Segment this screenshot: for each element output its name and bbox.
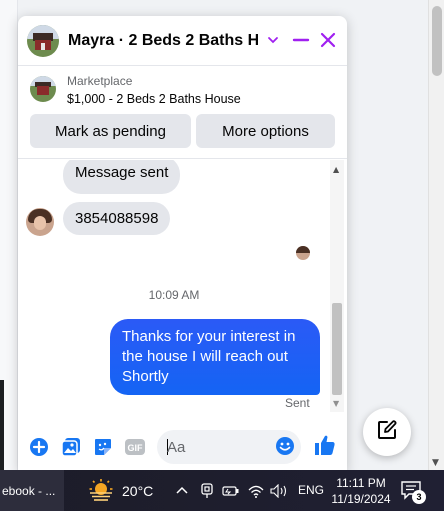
chat-title[interactable]: Mayra · 2 Beds 2 Baths Ho··· xyxy=(68,32,258,50)
page-scrollbar-thumb[interactable] xyxy=(432,6,442,76)
image-icon[interactable] xyxy=(60,436,82,458)
mark-as-pending-button[interactable]: Mark as pending xyxy=(30,114,191,148)
incoming-message[interactable]: 3854088598 xyxy=(63,202,171,235)
listing-source: Marketplace xyxy=(67,74,133,88)
message-timestamp: 10:09 AM xyxy=(148,288,200,302)
weather-temperature[interactable]: 20°C xyxy=(122,483,153,499)
notification-count-badge: 3 xyxy=(412,490,426,504)
listing-avatar[interactable] xyxy=(27,24,59,57)
sender-avatar[interactable] xyxy=(26,208,54,236)
input-language[interactable]: ENG xyxy=(298,483,324,497)
taskbar: ebook - ... 20°C ENG 11:11 PM 11/19/2024… xyxy=(0,470,444,511)
wifi-icon[interactable] xyxy=(247,482,265,500)
gif-icon[interactable]: GIF xyxy=(124,436,146,458)
meet-now-icon[interactable] xyxy=(199,482,215,500)
message-input-box[interactable] xyxy=(157,430,301,464)
taskbar-app-facebook[interactable]: ebook - ... xyxy=(0,470,64,511)
message-list: Message sent 3854088598 10:09 AM Thanks … xyxy=(18,160,347,412)
taskbar-clock[interactable]: 11:11 PM 11/19/2024 xyxy=(330,475,392,507)
sticker-icon[interactable] xyxy=(92,436,114,458)
more-options-button[interactable]: More options xyxy=(196,114,335,148)
close-icon[interactable] xyxy=(316,28,340,52)
message-composer: GIF xyxy=(18,422,347,472)
plus-circle-icon[interactable] xyxy=(28,436,50,458)
clock-time: 11:11 PM xyxy=(336,476,386,490)
battery-icon[interactable] xyxy=(222,482,240,500)
chat-window: Mayra · 2 Beds 2 Baths Ho··· Marketplace… xyxy=(18,16,347,472)
like-icon[interactable] xyxy=(313,433,339,459)
minimize-icon[interactable] xyxy=(289,28,313,52)
listing-thumbnail[interactable] xyxy=(30,76,56,102)
weather-sun-icon[interactable] xyxy=(88,479,114,501)
scroll-down-arrow-icon[interactable]: ▼ xyxy=(333,399,339,408)
incoming-message[interactable]: Message sent xyxy=(63,160,181,194)
read-receipt-avatar xyxy=(296,246,310,260)
message-scrollbar[interactable]: ▲ ▼ xyxy=(330,160,344,412)
gif-label: GIF xyxy=(128,443,144,453)
page-dark-strip xyxy=(0,380,4,470)
message-input[interactable] xyxy=(167,437,267,457)
chevron-down-icon[interactable] xyxy=(261,28,285,52)
scroll-down-arrow-icon[interactable]: ▼ xyxy=(432,458,439,468)
chat-header: Mayra · 2 Beds 2 Baths Ho··· xyxy=(18,16,347,66)
clock-date: 11/19/2024 xyxy=(331,492,391,506)
sent-status: Sent xyxy=(285,396,310,410)
scroll-up-arrow-icon[interactable]: ▲ xyxy=(333,165,339,174)
message-scrollbar-thumb[interactable] xyxy=(332,303,342,395)
speaker-volume-icon[interactable] xyxy=(270,482,290,500)
page-scrollbar[interactable]: ▼ xyxy=(428,0,444,470)
chevron-up-icon[interactable] xyxy=(175,482,189,500)
marketplace-listing-banner: Marketplace $1,000 - 2 Beds 2 Baths Hous… xyxy=(18,67,347,159)
outgoing-message[interactable]: Thanks for your interest in the house I … xyxy=(110,319,320,395)
emoji-icon[interactable] xyxy=(275,436,297,458)
listing-title[interactable]: $1,000 - 2 Beds 2 Baths House xyxy=(67,92,241,106)
new-message-icon xyxy=(376,419,398,446)
new-message-button[interactable] xyxy=(363,408,411,456)
